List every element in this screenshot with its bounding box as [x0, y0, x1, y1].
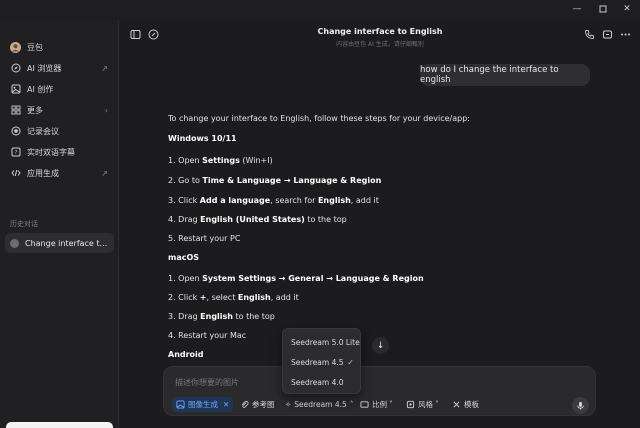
window-titlebar: — ✕	[0, 0, 640, 20]
avatar-icon	[10, 41, 21, 53]
prompt-box: 描述你想要的图片 图像生成 ✕ 参考图 ✧ Seedream 4.5 ˄ 比例 …	[163, 366, 596, 416]
sidebar-item-label: AI 创作	[27, 84, 54, 94]
template-button[interactable]: 模板	[452, 397, 479, 412]
record-icon	[10, 126, 21, 137]
reply-step: 2. Click +, select English, add it	[168, 293, 299, 302]
microphone-button[interactable]	[572, 397, 589, 414]
reply-heading-windows: Windows 10/11	[168, 134, 237, 143]
close-icon[interactable]: ✕	[223, 400, 229, 409]
more-icon[interactable]	[620, 29, 631, 40]
reply-step: 1. Open System Settings → General → Lang…	[168, 274, 424, 283]
history-item[interactable]: Change interface t...	[5, 233, 114, 253]
chevron-up-icon: ˄	[349, 400, 354, 409]
sidebar: 豆包 AI 浏览器 ↗ AI 创作 更多 › 记录会议 ? 实时双语字幕 应用生…	[0, 20, 119, 428]
image-gen-label: 图像生成	[188, 400, 218, 409]
sidebar-item-more[interactable]: 更多 ›	[6, 101, 114, 119]
reply-step: 5. Restart your PC	[168, 234, 241, 243]
reply-step: 3. Click Add a language, search for Engl…	[168, 196, 379, 205]
grid-icon	[10, 105, 21, 116]
sidebar-item-app-gen[interactable]: 应用生成 ↗	[6, 164, 114, 182]
sidebar-item-label: 实时双语字幕	[27, 147, 75, 157]
model-option[interactable]: Seedream 4.0	[283, 372, 362, 392]
minimize-icon[interactable]: —	[572, 4, 582, 14]
reply-step: 4. Restart your Mac	[168, 331, 247, 340]
scroll-down-button[interactable]: ↓	[372, 337, 389, 354]
image-icon	[10, 84, 21, 95]
chevron-down-icon: ˅	[435, 400, 439, 409]
sidebar-item-label: 应用生成	[27, 168, 59, 178]
ratio-select[interactable]: 比例 ˅	[360, 397, 393, 412]
image-gen-chip[interactable]: 图像生成 ✕	[172, 397, 234, 412]
compass-icon	[10, 63, 21, 74]
login-button[interactable]: 登录	[6, 422, 113, 428]
page-subtitle: 内容由豆包 AI 生成，请仔细甄别	[336, 41, 424, 48]
sidebar-item-subtitles[interactable]: ? 实时双语字幕	[6, 143, 114, 161]
reply-intro: To change your interface to English, fol…	[168, 114, 470, 123]
model-option[interactable]: Seedream 5.0 Lite	[283, 332, 362, 352]
chat-icon	[10, 238, 19, 248]
sidebar-item-label: AI 浏览器	[27, 63, 62, 73]
prompt-input[interactable]: 描述你想要的图片	[175, 377, 239, 388]
phone-icon[interactable]	[584, 29, 595, 40]
sidebar-item-label: 豆包	[27, 42, 43, 52]
sidebar-item-ai-browser[interactable]: AI 浏览器 ↗	[6, 59, 114, 77]
reference-label: 参考图	[252, 400, 275, 409]
reply-step: 4. Drag English (United States) to the t…	[168, 215, 347, 224]
image-icon	[176, 400, 185, 409]
sparkle-icon: ✧	[285, 400, 292, 409]
style-select[interactable]: 风格 ˅	[406, 397, 439, 412]
model-dropdown: Seedream 5.0 Lite Seedream 4.5 ✓ Seedrea…	[282, 328, 361, 394]
close-icon[interactable]: ✕	[622, 4, 632, 14]
ratio-label: 比例	[372, 400, 387, 409]
chevron-down-icon: ˅	[389, 400, 393, 409]
template-label: 模板	[464, 400, 479, 409]
external-link-icon: ↗	[101, 63, 108, 73]
model-select[interactable]: ✧ Seedream 4.5 ˄	[285, 397, 354, 412]
check-icon: ✓	[347, 357, 354, 367]
sidebar-item-label: 更多	[27, 105, 43, 115]
page-title: Change interface to English	[317, 27, 443, 36]
maximize-icon[interactable]	[598, 4, 608, 14]
reply-step: 2. Go to Time & Language → Language & Re…	[168, 176, 382, 185]
palette-icon	[406, 400, 415, 409]
template-icon	[452, 400, 461, 409]
sidebar-item-record-meeting[interactable]: 记录会议	[6, 122, 114, 140]
external-link-icon: ↗	[101, 168, 108, 178]
chevron-right-icon: ›	[104, 105, 108, 115]
share-icon[interactable]	[602, 29, 613, 40]
sidebar-item-doubao[interactable]: 豆包	[6, 38, 114, 56]
sidebar-item-ai-create[interactable]: AI 创作	[6, 80, 114, 98]
ratio-icon	[360, 400, 369, 409]
style-label: 风格	[418, 400, 433, 409]
user-message: how do I change the interface to english	[420, 64, 590, 86]
code-icon	[10, 168, 21, 179]
microphone-icon	[576, 401, 585, 410]
history-item-label: Change interface t...	[25, 238, 108, 248]
reply-step: 1. Open Settings (Win+I)	[168, 156, 273, 165]
model-label: Seedream 4.5	[294, 400, 347, 409]
subtitle-icon: ?	[10, 147, 21, 158]
reply-step: 3. Drag English to the top	[168, 312, 275, 321]
reference-image-button[interactable]: 参考图	[240, 397, 275, 412]
history-section-label: 历史对话	[10, 220, 38, 228]
reply-heading-android: Android	[168, 350, 204, 359]
reply-heading-macos: macOS	[168, 253, 200, 262]
model-option-selected[interactable]: Seedream 4.5 ✓	[283, 352, 362, 372]
chat-main: Change interface to English 内容由豆包 AI 生成，…	[120, 20, 640, 428]
sidebar-item-label: 记录会议	[27, 126, 59, 136]
svg-text:?: ?	[14, 150, 17, 156]
paperclip-icon	[240, 400, 249, 409]
arrow-down-icon: ↓	[376, 340, 385, 351]
